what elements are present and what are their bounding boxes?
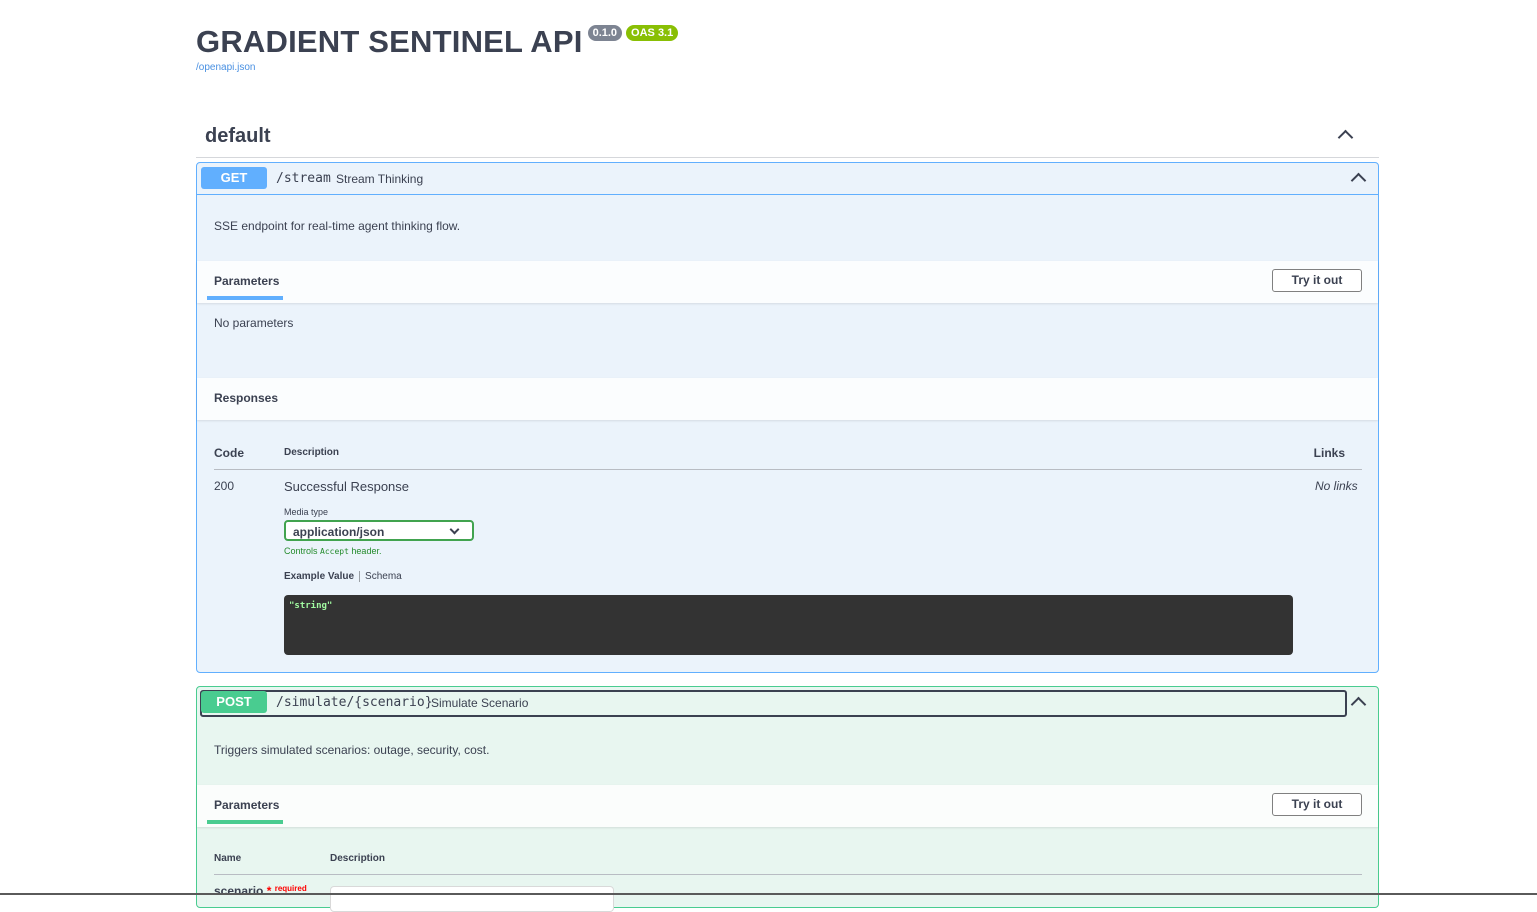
- version-badge: 0.1.0: [587, 25, 623, 41]
- response-description: Successful Response: [284, 479, 410, 494]
- tab-separator: [359, 571, 361, 582]
- section-title: default: [205, 124, 271, 147]
- response-code: 200: [214, 479, 235, 493]
- required-star: *: [266, 884, 272, 898]
- required-label: required: [274, 884, 307, 893]
- openapi-spec-link[interactable]: /openapi.json: [196, 62, 256, 73]
- operation-summary[interactable]: POST /simulate/{scenario} Simulate Scena…: [197, 687, 1378, 718]
- responses-title: Responses: [214, 391, 279, 405]
- oas-version-badge: OAS 3.1: [626, 25, 679, 41]
- api-info-header: GRADIENT SENTINEL API 0.1.0 OAS 3.1: [196, 22, 679, 60]
- example-tabs: Example Value Schema: [284, 571, 402, 582]
- parameter-name-text: scenario: [214, 884, 264, 898]
- operation-summary-text: Stream Thinking: [336, 172, 424, 186]
- responses-header: Responses: [197, 378, 1378, 420]
- controls-header-code: Accept: [320, 547, 349, 556]
- tab-parameters[interactable]: Parameters: [214, 274, 279, 288]
- operation-path: /stream: [276, 171, 331, 186]
- media-type-value: application/json: [293, 525, 385, 539]
- tab-schema[interactable]: Schema: [365, 571, 402, 582]
- scenario-input[interactable]: [330, 886, 614, 912]
- column-header-description: Description: [330, 853, 386, 864]
- controls-suffix: header.: [348, 546, 382, 556]
- tag-section-default[interactable]: default: [196, 115, 1379, 158]
- chevron-up-icon[interactable]: [1350, 172, 1367, 189]
- operation-path: /simulate/{scenario}: [276, 695, 433, 710]
- controls-accept-note: Controls Accept header.: [284, 546, 381, 556]
- media-type-label: Media type: [284, 507, 329, 517]
- tab-parameters[interactable]: Parameters: [214, 798, 279, 812]
- chevron-down-icon: [449, 524, 460, 535]
- parameters-header: Parameters Try it out: [197, 261, 1378, 303]
- tab-active-indicator: [207, 296, 283, 300]
- column-header-code: Code: [214, 446, 244, 460]
- responses-table-header: Code Description Links: [214, 443, 1362, 470]
- tab-example-value[interactable]: Example Value: [284, 571, 354, 582]
- media-type-select[interactable]: application/json: [284, 520, 474, 541]
- parameters-header: Parameters Try it out: [197, 785, 1378, 827]
- column-header-description: Description: [284, 447, 340, 458]
- method-badge-post: POST: [201, 691, 267, 713]
- example-code-block: "string": [284, 595, 1293, 655]
- operation-summary-text: Simulate Scenario: [431, 696, 529, 710]
- tab-active-indicator: [207, 820, 283, 824]
- chevron-up-icon[interactable]: [1337, 129, 1354, 146]
- try-it-out-button[interactable]: Try it out: [1272, 793, 1362, 816]
- method-badge-get: GET: [201, 167, 267, 189]
- try-it-out-button[interactable]: Try it out: [1272, 269, 1362, 292]
- operation-description: Triggers simulated scenarios: outage, se…: [214, 743, 490, 757]
- parameters-table-header: Name Description: [214, 849, 1362, 875]
- column-header-name: Name: [214, 853, 242, 864]
- example-code: "string": [289, 601, 333, 611]
- chevron-up-icon[interactable]: [1350, 696, 1367, 713]
- parameter-name: scenario * required: [214, 884, 307, 898]
- column-header-links: Links: [1313, 446, 1345, 460]
- no-parameters-text: No parameters: [214, 316, 294, 330]
- operation-get-stream: GET /stream Stream Thinking SSE endpoint…: [196, 162, 1379, 673]
- operation-summary[interactable]: GET /stream Stream Thinking: [197, 163, 1378, 195]
- controls-prefix: Controls: [284, 546, 321, 556]
- response-links: No links: [1315, 479, 1358, 493]
- operation-post-simulate: POST /simulate/{scenario} Simulate Scena…: [196, 686, 1379, 912]
- api-title: GRADIENT SENTINEL API: [196, 24, 583, 59]
- operation-description: SSE endpoint for real-time agent thinkin…: [214, 219, 461, 233]
